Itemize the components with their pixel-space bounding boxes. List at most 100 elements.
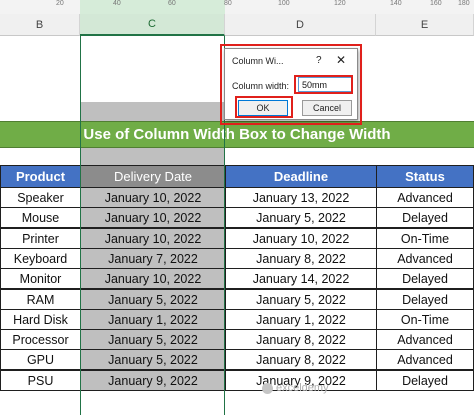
column-header-c[interactable]: C bbox=[80, 14, 225, 36]
table-cell[interactable]: On-Time bbox=[376, 309, 474, 330]
table-header-cell[interactable]: Delivery Date bbox=[80, 165, 226, 188]
ruler-label: 140 bbox=[390, 0, 402, 7]
column-width-label: Column width: bbox=[232, 81, 290, 91]
table-cell[interactable]: January 10, 2022 bbox=[80, 228, 226, 249]
help-icon[interactable]: ? bbox=[316, 55, 322, 66]
cell-text: Delayed bbox=[402, 210, 448, 225]
cell-text: Deadline bbox=[273, 169, 329, 184]
table-cell[interactable]: Delayed bbox=[376, 268, 474, 289]
cell-text: January 5, 2022 bbox=[108, 332, 198, 347]
table-cell[interactable]: Delayed bbox=[376, 289, 474, 310]
table-cell[interactable]: Mouse bbox=[0, 207, 81, 228]
cell-text: January 10, 2022 bbox=[252, 231, 350, 246]
table-header-cell[interactable]: Deadline bbox=[225, 165, 377, 188]
table-cell[interactable]: January 8, 2022 bbox=[225, 329, 377, 350]
table-header-cell[interactable]: Status bbox=[376, 165, 474, 188]
column-header-b[interactable]: B bbox=[0, 14, 80, 36]
table-cell[interactable]: January 10, 2022 bbox=[80, 207, 226, 228]
cell-text: Mouse bbox=[21, 210, 60, 225]
ruler-label: 40 bbox=[113, 0, 121, 7]
cell-text: January 10, 2022 bbox=[104, 190, 202, 205]
table-cell[interactable]: January 5, 2022 bbox=[80, 329, 226, 350]
ruler-label: 60 bbox=[168, 0, 176, 7]
table-cell[interactable]: January 14, 2022 bbox=[225, 268, 377, 289]
table-cell[interactable]: GPU bbox=[0, 349, 81, 370]
title-row[interactable]: Use of Column Width Box to Change Width bbox=[0, 121, 474, 148]
table-cell[interactable]: RAM bbox=[0, 289, 81, 310]
ruler-label: 80 bbox=[224, 0, 232, 7]
cell-text: Advanced bbox=[397, 332, 453, 347]
cell-text: RAM bbox=[26, 292, 55, 307]
cell-text: Processor bbox=[12, 332, 69, 347]
table-cell[interactable]: Delayed bbox=[376, 370, 474, 391]
cell-text: Delayed bbox=[402, 292, 448, 307]
cell-text: Advanced bbox=[397, 190, 453, 205]
table-cell[interactable]: January 1, 2022 bbox=[225, 309, 377, 330]
column-header-label: D bbox=[296, 18, 304, 31]
table-cell[interactable]: January 8, 2022 bbox=[225, 349, 377, 370]
cell-text: Delayed bbox=[402, 271, 448, 286]
cell-text: On-Time bbox=[400, 312, 450, 327]
close-icon[interactable]: ✕ bbox=[336, 53, 346, 67]
cell-text: Delivery Date bbox=[113, 169, 193, 184]
ruler-label: 160 bbox=[430, 0, 442, 7]
cell-text: January 5, 2022 bbox=[256, 210, 346, 225]
column-header-label: B bbox=[35, 18, 44, 31]
column-header-d[interactable]: D bbox=[225, 14, 376, 36]
cell-text: Status bbox=[405, 169, 445, 184]
dialog-title: Column Wi... bbox=[232, 56, 284, 66]
column-header-label: E bbox=[420, 18, 429, 31]
table-header-cell[interactable]: Product bbox=[0, 165, 81, 188]
table-cell[interactable]: Advanced bbox=[376, 349, 474, 370]
table-cell[interactable]: PSU bbox=[0, 370, 81, 391]
table-cell[interactable]: January 5, 2022 bbox=[225, 207, 377, 228]
cell-text: Keyboard bbox=[13, 251, 68, 266]
table-cell[interactable]: Advanced bbox=[376, 187, 474, 208]
column-width-input[interactable] bbox=[298, 77, 353, 92]
table-cell[interactable]: January 7, 2022 bbox=[80, 248, 226, 269]
cell-text: Monitor bbox=[19, 271, 62, 286]
cell-text: January 5, 2022 bbox=[108, 292, 198, 307]
cell-text: Printer bbox=[22, 231, 59, 246]
cancel-button[interactable]: Cancel bbox=[302, 100, 352, 116]
cell-text: Advanced bbox=[397, 251, 453, 266]
table-cell[interactable]: January 13, 2022 bbox=[225, 187, 377, 208]
table-cell[interactable]: January 5, 2022 bbox=[80, 289, 226, 310]
table-cell[interactable]: January 10, 2022 bbox=[80, 187, 226, 208]
table-cell[interactable]: Printer bbox=[0, 228, 81, 249]
cell-text: Hard Disk bbox=[13, 312, 68, 327]
table-cell[interactable]: January 8, 2022 bbox=[225, 248, 377, 269]
table-cell[interactable]: Processor bbox=[0, 329, 81, 350]
table-cell[interactable]: Keyboard bbox=[0, 248, 81, 269]
ruler-label: 180 bbox=[458, 0, 470, 7]
ruler-label: 120 bbox=[334, 0, 346, 7]
table-cell[interactable]: Advanced bbox=[376, 329, 474, 350]
table-cell[interactable]: Hard Disk bbox=[0, 309, 81, 330]
column-header-e[interactable]: E bbox=[376, 14, 474, 36]
cell-text: January 1, 2022 bbox=[108, 312, 198, 327]
table-cell[interactable]: January 5, 2022 bbox=[80, 349, 226, 370]
table-cell[interactable]: Advanced bbox=[376, 248, 474, 269]
table-cell[interactable]: Speaker bbox=[0, 187, 81, 208]
cell-text: January 14, 2022 bbox=[252, 271, 350, 286]
table-cell[interactable]: January 1, 2022 bbox=[80, 309, 226, 330]
table-cell[interactable]: January 5, 2022 bbox=[225, 289, 377, 310]
table-cell[interactable]: On-Time bbox=[376, 228, 474, 249]
cell-text: January 10, 2022 bbox=[104, 231, 202, 246]
table-cell[interactable]: January 10, 2022 bbox=[80, 268, 226, 289]
table-cell[interactable]: Monitor bbox=[0, 268, 81, 289]
cell-text: January 7, 2022 bbox=[108, 251, 198, 266]
cell-text: January 10, 2022 bbox=[104, 210, 202, 225]
cell-text: January 8, 2022 bbox=[256, 251, 346, 266]
ruler-label: 20 bbox=[56, 0, 64, 7]
table-cell[interactable]: January 9, 2022 bbox=[80, 370, 226, 391]
cell-text: January 8, 2022 bbox=[256, 352, 346, 367]
cell-text: Advanced bbox=[397, 352, 453, 367]
cell-text: January 5, 2022 bbox=[108, 352, 198, 367]
table-cell[interactable]: January 10, 2022 bbox=[225, 228, 377, 249]
cell-text: January 1, 2022 bbox=[256, 312, 346, 327]
selected-column-fill bbox=[80, 102, 225, 121]
ok-button[interactable]: OK bbox=[238, 100, 288, 116]
title-text: Use of Column Width Box to Change Width bbox=[83, 126, 391, 143]
table-cell[interactable]: Delayed bbox=[376, 207, 474, 228]
